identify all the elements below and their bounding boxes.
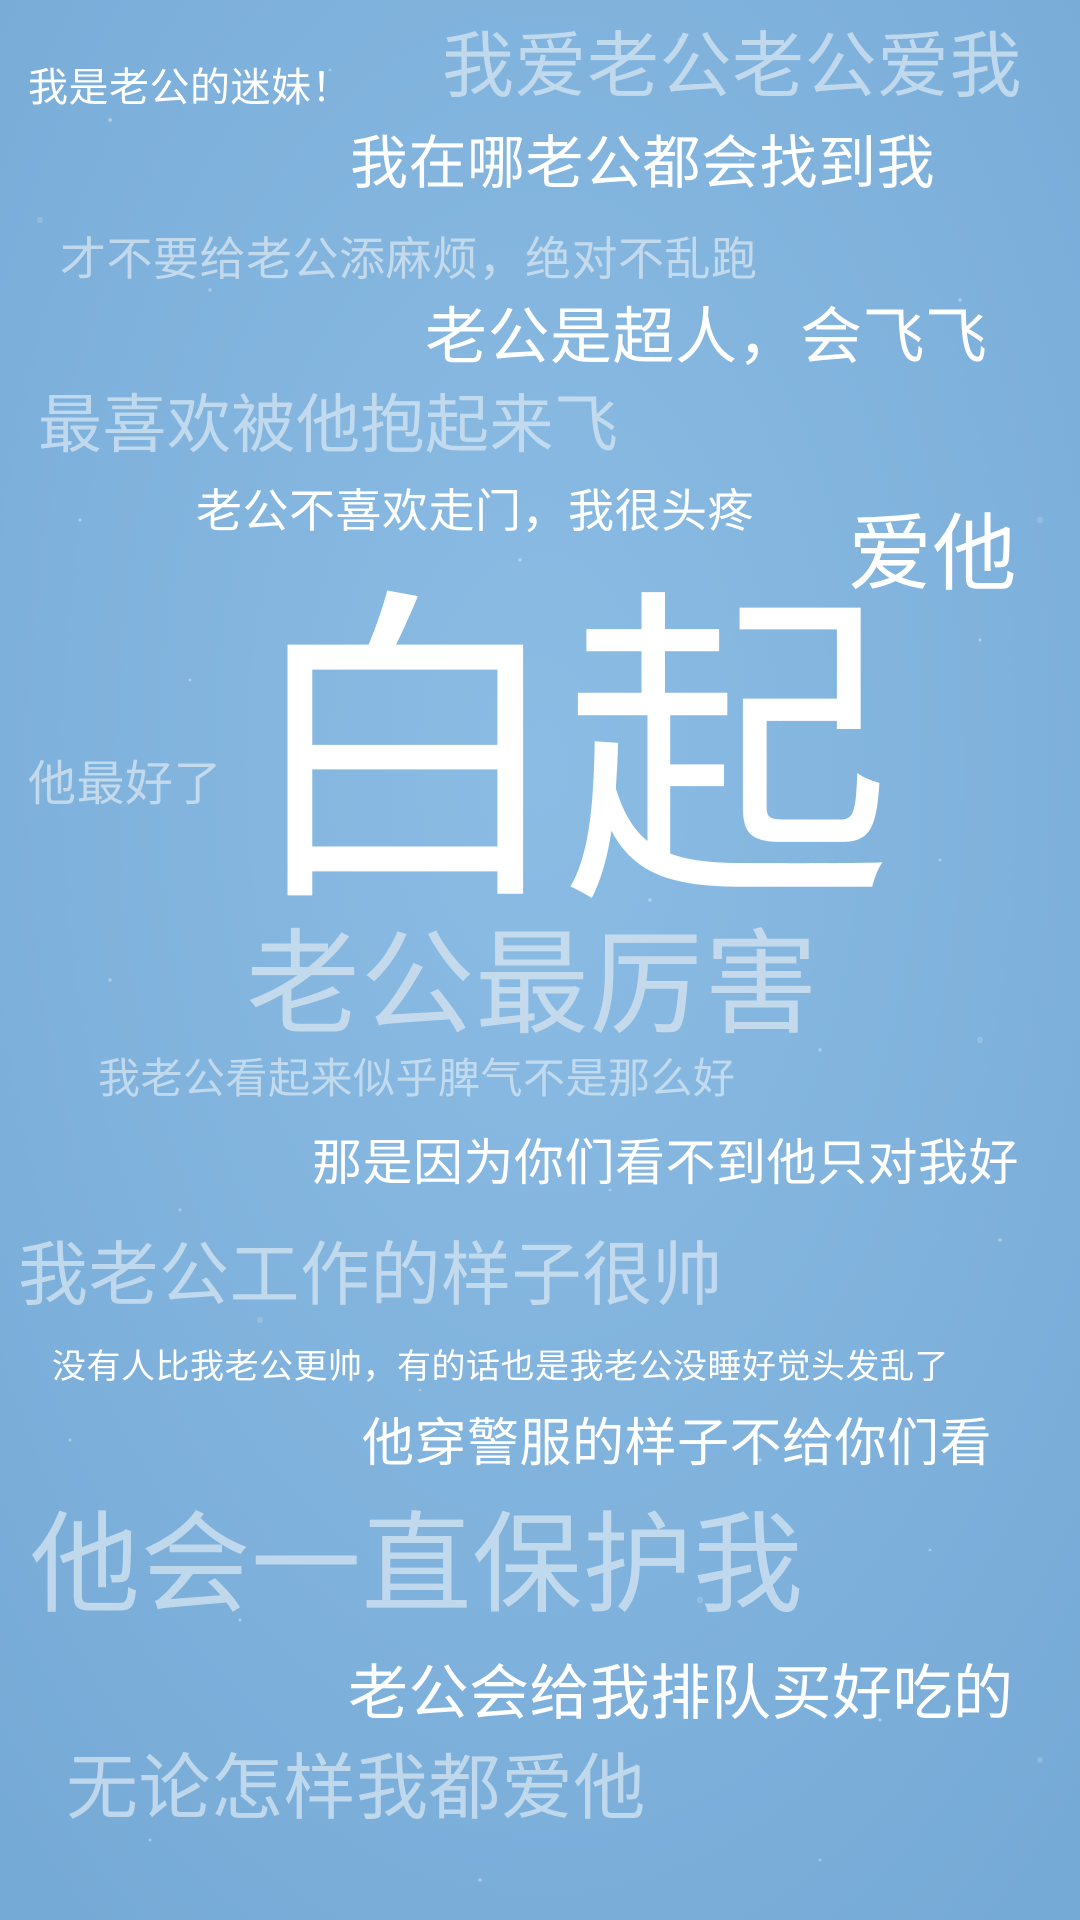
text-line-17: 他会一直保护我: [30, 1501, 804, 1629]
text-line-6: 最喜欢被他抱起来飞: [38, 389, 619, 463]
text-line-2: 我爱老公老公爱我: [442, 24, 1023, 108]
text-line-3: 我在哪老公都会找到我: [350, 129, 936, 197]
headline-name: 白起: [240, 563, 892, 947]
text-line-5: 老公是超人，会飞飞: [425, 300, 988, 373]
text-line-18: 老公会给我排队买好吃的: [348, 1659, 1014, 1729]
text-line-7: 老公不喜欢走门，我很头疼: [196, 484, 754, 538]
text-line-11: 老公最厉害: [246, 918, 819, 1051]
text-line-15: 没有人比我老公更帅，有的话也是我老公没睡好觉头发乱了: [52, 1347, 949, 1387]
text-line-4: 才不要给老公添麻烦，绝对不乱跑: [60, 232, 758, 286]
text-line-1: 我是老公的迷妹！: [28, 65, 352, 111]
text-line-9: 他最好了: [28, 756, 223, 812]
text-line-16: 他穿警服的样子不给你们看: [362, 1414, 993, 1474]
text-line-13: 那是因为你们看不到他只对我好: [312, 1134, 1019, 1192]
wallpaper-canvas: 我是老公的迷妹！ 我爱老公老公爱我 我在哪老公都会找到我 才不要给老公添麻烦，绝…: [0, 0, 1080, 1920]
text-line-12: 我老公看起来似乎脾气不是那么好: [98, 1054, 736, 1103]
text-line-19: 无论怎样我都爱他: [66, 1746, 647, 1830]
text-line-14: 我老公工作的样子很帅: [18, 1234, 723, 1316]
